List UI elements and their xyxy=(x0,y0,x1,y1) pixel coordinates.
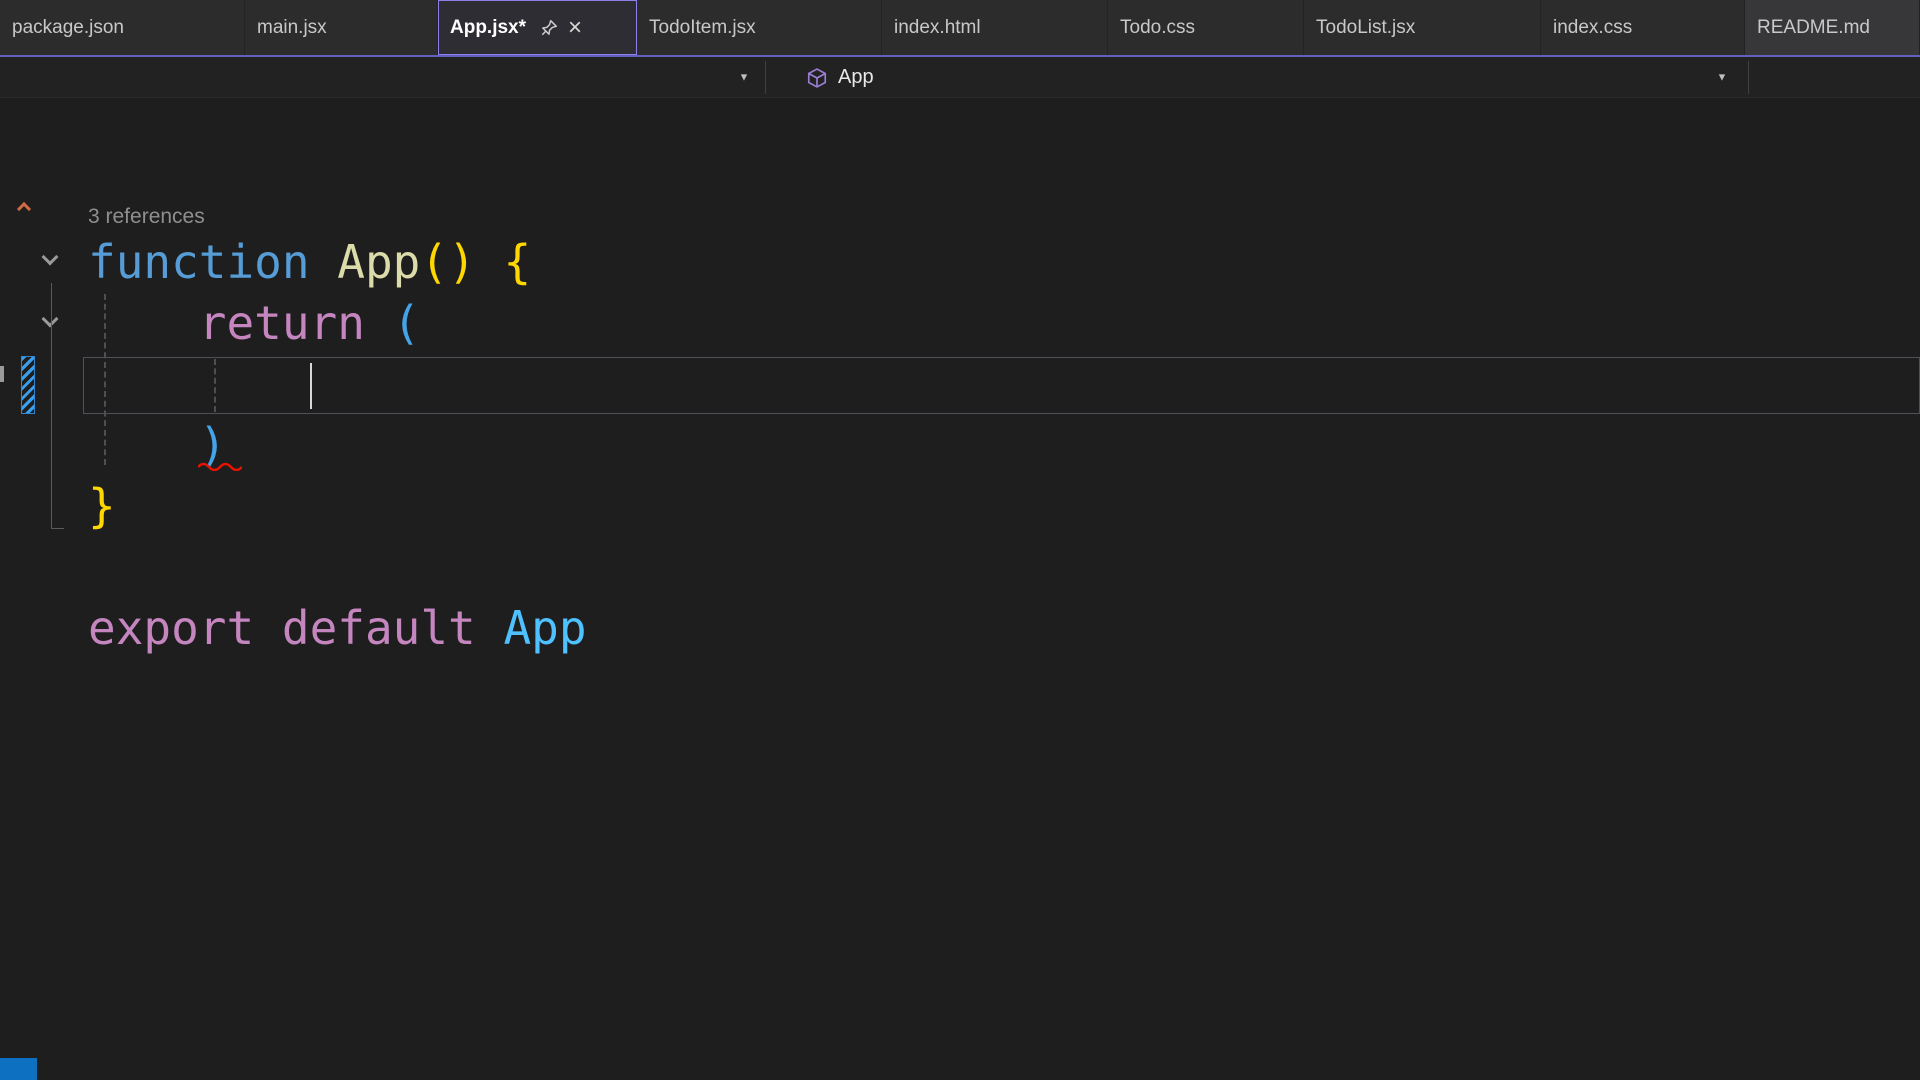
code-line-6[interactable] xyxy=(88,537,587,598)
member-dropdown[interactable]: App xyxy=(806,57,874,98)
tab-label: TodoItem.jsx xyxy=(649,16,756,38)
fold-guide-foot xyxy=(51,528,64,529)
code-area: function App() { return ( )} export defau… xyxy=(88,232,587,659)
nav-separator xyxy=(1748,61,1749,94)
tab-todolist-jsx[interactable]: TodoList.jsx xyxy=(1304,0,1541,55)
code-editor[interactable]: 3 references function App() { return ( )… xyxy=(0,98,1920,1080)
class-cube-icon xyxy=(806,67,828,89)
code-line-3[interactable] xyxy=(88,354,587,415)
tab-label: index.css xyxy=(1553,16,1633,38)
tab-todoitem-jsx[interactable]: TodoItem.jsx xyxy=(637,0,882,55)
codelens-references-link[interactable]: 3 references xyxy=(88,205,205,229)
changed-line-indicator xyxy=(21,356,35,414)
code-line-5[interactable]: } xyxy=(88,476,587,537)
fold-chevron-icon[interactable] xyxy=(41,310,59,328)
code-line-4[interactable]: ) xyxy=(88,415,587,476)
status-bar-corner xyxy=(0,1058,37,1080)
tab-index-html[interactable]: index.html xyxy=(882,0,1108,55)
fold-guide-line xyxy=(51,283,52,528)
tab-label: README.md xyxy=(1757,16,1870,38)
code-line-2[interactable]: return ( xyxy=(88,293,587,354)
tab-label: index.html xyxy=(894,16,981,38)
editor-window: package.json main.jsx App.jsx* × TodoItem.js… xyxy=(0,0,1920,1080)
code-token: () xyxy=(420,235,476,289)
code-token: function xyxy=(88,235,310,289)
code-token: App xyxy=(503,601,587,655)
tab-package-json[interactable]: package.json xyxy=(0,0,245,55)
code-token: { xyxy=(503,235,532,289)
tab-label: Todo.css xyxy=(1120,16,1195,38)
margin-caret-mark xyxy=(0,366,4,382)
tab-label: package.json xyxy=(12,16,124,38)
code-token: return xyxy=(198,296,365,350)
code-token: App xyxy=(337,235,421,289)
code-line-7[interactable]: export default App xyxy=(88,598,587,659)
tab-bar: package.json main.jsx App.jsx* × TodoItem.js… xyxy=(0,0,1920,57)
code-token: export xyxy=(88,601,255,655)
nav-separator xyxy=(765,61,766,94)
tab-app-jsx[interactable]: App.jsx* × xyxy=(438,0,637,55)
fold-chevron-icon[interactable] xyxy=(41,248,59,266)
navigation-bar: ▼ App ▼ xyxy=(0,57,1920,98)
close-icon[interactable]: × xyxy=(568,15,582,40)
member-dropdown-arrow-icon[interactable]: ▼ xyxy=(1717,71,1728,84)
modified-region-icon xyxy=(16,201,32,217)
code-token: ( xyxy=(392,296,421,350)
code-token: } xyxy=(88,479,116,533)
tab-label: TodoList.jsx xyxy=(1316,16,1416,38)
tab-label: App.jsx* xyxy=(450,16,527,38)
tab-todo-css[interactable]: Todo.css xyxy=(1108,0,1304,55)
scope-dropdown-arrow-icon[interactable]: ▼ xyxy=(739,71,750,84)
pin-icon[interactable] xyxy=(540,19,558,37)
code-token: default xyxy=(281,601,476,655)
code-line-1[interactable]: function App() { xyxy=(88,232,587,293)
tab-readme-md[interactable]: README.md xyxy=(1745,0,1920,55)
member-dropdown-label: App xyxy=(838,66,874,88)
tab-index-css[interactable]: index.css xyxy=(1541,0,1745,55)
tab-main-jsx[interactable]: main.jsx xyxy=(245,0,438,55)
tab-label: main.jsx xyxy=(257,16,327,38)
error-squiggle xyxy=(197,458,243,476)
